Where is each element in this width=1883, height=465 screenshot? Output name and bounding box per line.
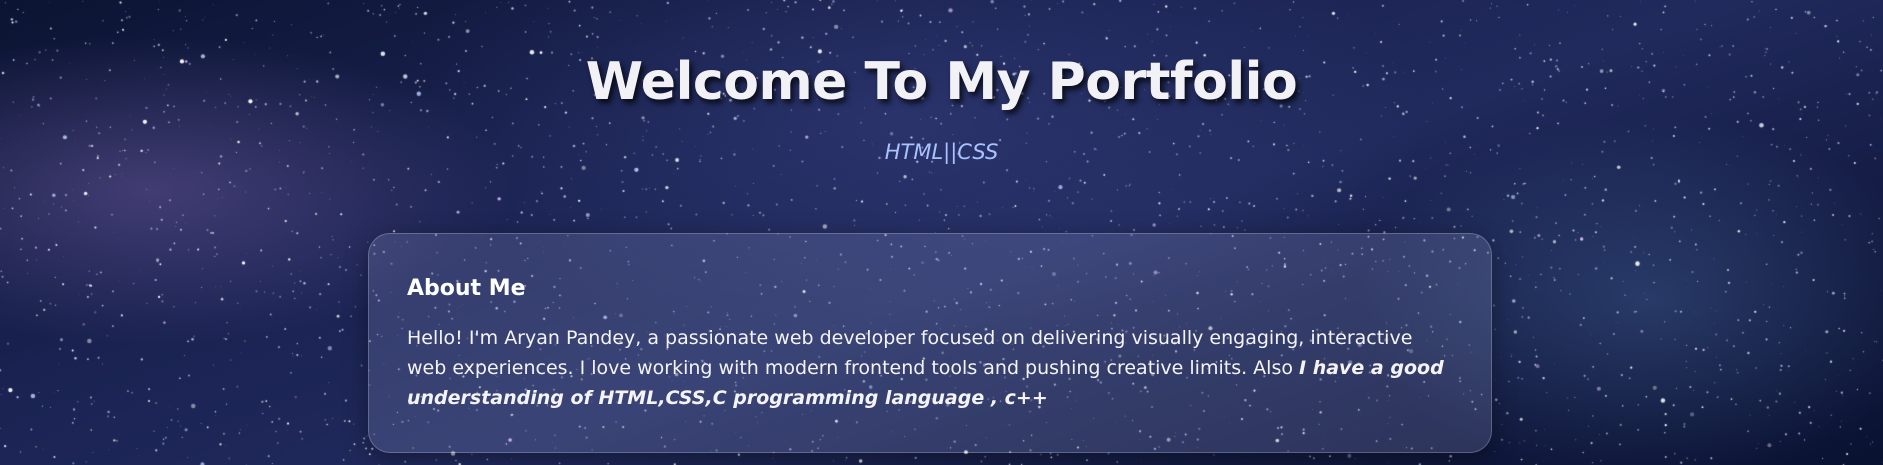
about-heading: About Me bbox=[407, 276, 526, 301]
about-me-card: About Me Hello! I'm Aryan Pandey, a pass… bbox=[368, 233, 1492, 453]
about-text: Hello! I'm Aryan Pandey, a passionate we… bbox=[407, 323, 1453, 413]
page-subtitle: HTML||CSS bbox=[884, 140, 999, 164]
page-title: Welcome To My Portfolio bbox=[585, 52, 1298, 112]
about-text-body: Hello! I'm Aryan Pandey, a passionate we… bbox=[407, 327, 1413, 379]
